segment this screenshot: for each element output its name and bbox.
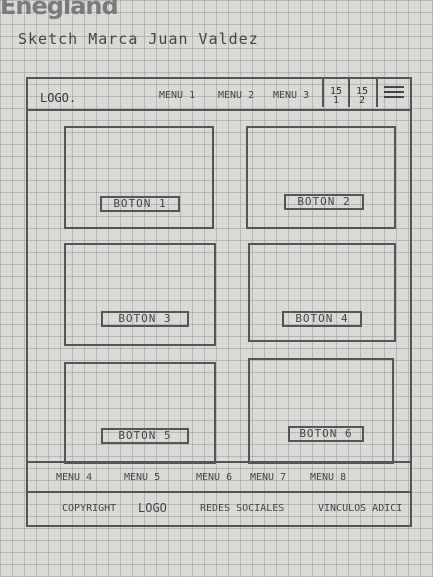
button-4[interactable]: BOTON 4 (282, 311, 362, 327)
button-6[interactable]: BOTON 6 (288, 426, 364, 442)
button-5[interactable]: BOTON 5 (101, 428, 189, 444)
footer-additional-links[interactable]: VINCULOS ADICI (318, 503, 402, 514)
content-card-1: BOTON 1 (64, 126, 214, 229)
footer-copyright: COPYRIGHT (62, 503, 117, 514)
nav-menu-2[interactable]: MENU 2 (218, 90, 254, 101)
content-card-5: BOTON 5 (64, 362, 216, 464)
wireframe-frame: LOGO. MENU 1 MENU 2 MENU 3 15 1 15 2 BOT… (26, 77, 412, 527)
sketch-title: Sketch Marca Juan Valdez (18, 30, 259, 48)
top-navbar: LOGO. MENU 1 MENU 2 MENU 3 15 1 15 2 (28, 79, 410, 111)
content-card-2: BOTON 2 (246, 126, 396, 229)
button-2[interactable]: BOTON 2 (284, 194, 364, 210)
hamburger-menu-icon[interactable] (384, 83, 404, 103)
icon-15-2[interactable]: 15 2 (352, 87, 372, 106)
footer-menu-8[interactable]: MENU 8 (310, 472, 346, 483)
nav-menu-3[interactable]: MENU 3 (273, 90, 309, 101)
footer-menu-7[interactable]: MENU 7 (250, 472, 286, 483)
footer-menu: MENU 4 MENU 5 MENU 6 MENU 7 MENU 8 (28, 461, 410, 493)
footer-menu-5[interactable]: MENU 5 (124, 472, 160, 483)
navbar-divider (348, 79, 350, 107)
icon-15-1[interactable]: 15 1 (326, 87, 346, 106)
footer-bottom: COPYRIGHT LOGO REDES SOCIALES VINCULOS A… (28, 493, 410, 525)
header-logo[interactable]: LOGO. (40, 91, 76, 105)
navbar-divider (322, 79, 324, 107)
footer-social-links[interactable]: REDES SOCIALES (200, 503, 284, 514)
navbar-divider (376, 79, 378, 107)
button-1[interactable]: BOTON 1 (100, 196, 180, 212)
footer-menu-4[interactable]: MENU 4 (56, 472, 92, 483)
nav-menu-1[interactable]: MENU 1 (159, 90, 195, 101)
button-3[interactable]: BOTON 3 (101, 311, 189, 327)
footer-menu-6[interactable]: MENU 6 (196, 472, 232, 483)
footer-logo[interactable]: LOGO (138, 501, 167, 515)
content-card-6: BOTON 6 (248, 358, 394, 464)
brand-logo: Enegland (0, 0, 119, 20)
content-card-4: BOTON 4 (248, 243, 396, 342)
content-card-3: BOTON 3 (64, 243, 216, 346)
